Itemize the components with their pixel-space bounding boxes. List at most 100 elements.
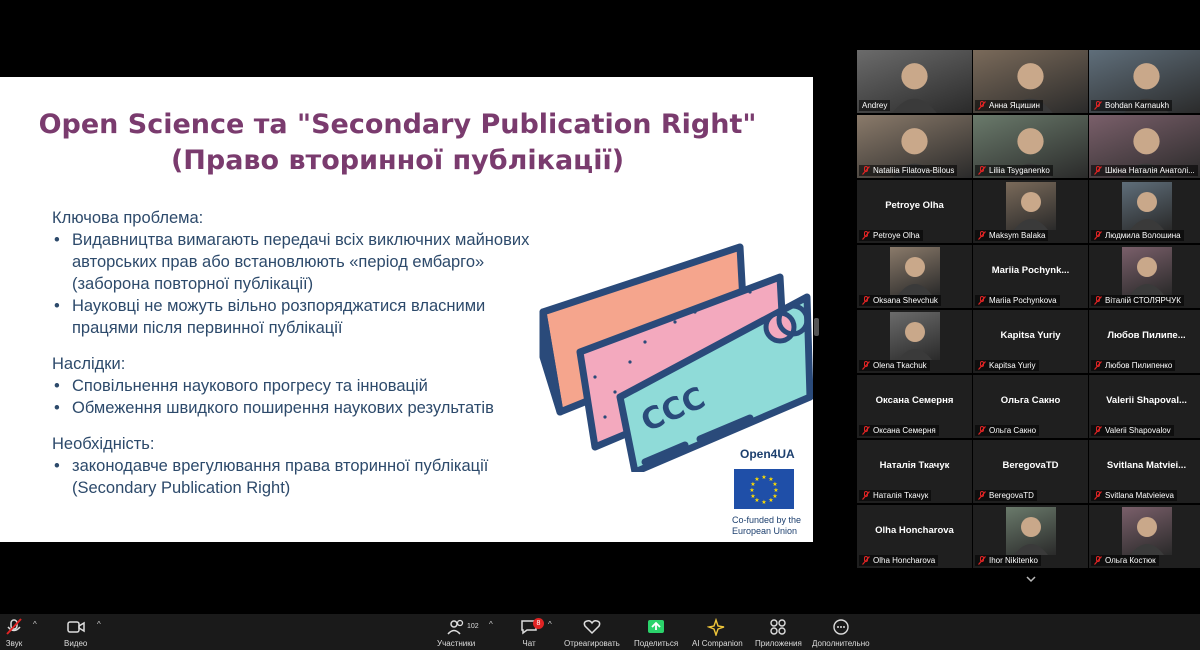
participant-display-name: Mariia Pochynk... [991,265,1070,276]
participant-name: Людмила Волошина [1105,231,1181,240]
participant-tile[interactable]: Оксана Семерня Оксана Семерня [857,375,972,438]
participant-name: Ihor Nikitenko [989,556,1038,565]
participant-tile[interactable]: Valerii Shapoval... Valerii Shapovalov [1089,375,1200,438]
participant-name: Bohdan Karnaukh [1105,101,1170,110]
participant-tile[interactable]: Maksym Balaka [973,180,1088,243]
participants-count: 102 [467,623,479,630]
apps-button[interactable]: Приложения [755,618,802,650]
react-label: Отреагировать [564,639,620,648]
participant-nameplate: Людмила Волошина [1091,230,1184,241]
participant-tile[interactable]: Ihor Nikitenko [973,505,1088,568]
more-label: Дополнительно [812,639,870,648]
participant-name: Nataliia Filatova-Bilous [873,166,955,175]
chat-unread-badge: 8 [533,618,544,629]
participant-tile[interactable]: Mariia Pochynk... Mariia Pochynkova [973,245,1088,308]
more-button[interactable]: Дополнительно [812,618,870,650]
participant-nameplate: Andrey [859,100,891,111]
participant-tile[interactable]: Nataliia Filatova-Bilous [857,115,972,178]
participant-tile[interactable]: Любов Пилипе... Любов Пилипенко [1089,310,1200,373]
participant-name: Maksym Balaka [989,231,1046,240]
participant-tile[interactable]: Ольга Костюк [1089,505,1200,568]
participant-name: Kapitsa Yuriy [989,361,1036,370]
participant-tile[interactable]: BeregovaTD BeregovaTD [973,440,1088,503]
video-label: Видео [64,639,88,648]
mic-off-icon [978,556,986,565]
chat-label: Чат [522,639,536,648]
svg-text:★: ★ [749,487,754,494]
participant-tile[interactable]: Анна Яцишин [973,50,1088,113]
audio-caret-icon[interactable]: ^ [33,620,37,629]
participants-label: Участники [437,639,476,648]
splitter-handle[interactable] [814,318,819,336]
participant-nameplate: Liliia Tsyganenko [975,165,1053,176]
participant-tile[interactable]: Oksana Shevchuk [857,245,972,308]
svg-text:★: ★ [750,493,755,500]
participant-name: Ольга Сакно [989,426,1037,435]
participant-avatar [1122,182,1172,230]
participant-nameplate: Віталій СТОЛЯРЧУК [1091,295,1184,306]
mic-off-icon [978,296,986,305]
participant-name: Віталій СТОЛЯРЧУК [1105,296,1181,305]
video-caret-icon[interactable]: ^ [97,620,101,629]
share-button[interactable]: Поделиться [634,618,678,650]
participant-nameplate: Petroye Olha [859,230,923,241]
participant-gallery: Andrey Анна Яцишин Bohdan Karnaukh Nataliia… [857,50,1200,568]
participant-tile[interactable]: Шкіна Наталія Анатолі... [1089,115,1200,178]
react-button[interactable]: Отреагировать [564,618,620,650]
participant-display-name: Ольга Сакно [1000,395,1061,406]
section-consequences: Наслідки: Сповільнення наукового прогрес… [52,353,532,419]
meeting-toolbar: Звук ^ Видео ^ Участники 102 ^ Чат 8 ^ О… [0,614,1200,650]
participant-name: Oksana Shevchuk [873,296,938,305]
bullet: Сповільнення наукового прогресу та іннов… [52,375,532,397]
participant-tile[interactable]: Kapitsa Yuriy Kapitsa Yuriy [973,310,1088,373]
participant-tile[interactable]: Liliia Tsyganenko [973,115,1088,178]
participant-nameplate: Maksym Balaka [975,230,1049,241]
participant-nameplate: Любов Пилипенко [1091,360,1176,371]
mic-off-icon [862,556,870,565]
participant-nameplate: Olha Honcharova [859,555,939,566]
participant-nameplate: Шкіна Наталія Анатолі... [1091,165,1198,176]
video-button[interactable]: Видео [64,618,87,650]
participant-tile[interactable]: Petroye Olha Petroye Olha [857,180,972,243]
participants-icon [447,619,464,635]
participant-tile[interactable]: Ольга Сакно Ольга Сакно [973,375,1088,438]
participant-display-name: Petroye Olha [885,200,944,211]
ai-companion-button[interactable]: AI Companion [692,618,743,650]
audio-button[interactable]: Звук [4,618,24,650]
participant-nameplate: Ольга Сакно [975,425,1040,436]
participant-name: Mariia Pochynkova [989,296,1057,305]
participant-tile[interactable]: Andrey [857,50,972,113]
participant-name: Olha Honcharova [873,556,936,565]
eu-funding-box: Open4UA ★ ★ ★ ★ ★ ★ ★ ★ ★ ★ ★ ★ Co-funded by the… [722,447,812,537]
mic-off-icon [862,296,870,305]
participant-name: Svitlana Matvieieva [1105,491,1174,500]
participant-name: Petroye Olha [873,231,920,240]
participant-name: Olena Tkachuk [873,361,927,370]
participant-avatar [1006,507,1056,555]
participant-display-name: Любов Пилипе... [1107,330,1186,341]
chevron-down-icon[interactable] [1025,574,1037,584]
slide-body: Ключова проблема: Видавництва вимагають … [52,207,532,499]
participant-name: Andrey [862,101,888,110]
share-label: Поделиться [634,639,679,648]
apps-icon [770,619,787,635]
eu-caption: Co-funded by the European Union [732,515,802,536]
participant-tile[interactable]: Віталій СТОЛЯРЧУК [1089,245,1200,308]
participant-name: Анна Яцишин [989,101,1040,110]
participant-display-name: Оксана Семерня [875,395,954,406]
participant-name: Наталія Ткачук [873,491,929,500]
participants-caret-icon[interactable]: ^ [489,620,493,629]
more-icon [833,619,849,635]
bullet: Обмеження швидкого поширення наукових ре… [52,397,532,419]
chat-caret-icon[interactable]: ^ [548,620,552,629]
mic-off-icon [862,231,870,240]
participant-tile[interactable]: Людмила Волошина [1089,180,1200,243]
participant-name: Шкіна Наталія Анатолі... [1105,166,1195,175]
participant-tile[interactable]: Наталія Ткачук Наталія Ткачук [857,440,972,503]
participant-tile[interactable]: Svitlana Matviei... Svitlana Matvieieva [1089,440,1200,503]
participant-name: Любов Пилипенко [1105,361,1173,370]
participant-tile[interactable]: Bohdan Karnaukh [1089,50,1200,113]
participant-tile[interactable]: Olena Tkachuk [857,310,972,373]
svg-text:★: ★ [761,474,766,481]
participant-tile[interactable]: Olha Honcharova Olha Honcharova [857,505,972,568]
